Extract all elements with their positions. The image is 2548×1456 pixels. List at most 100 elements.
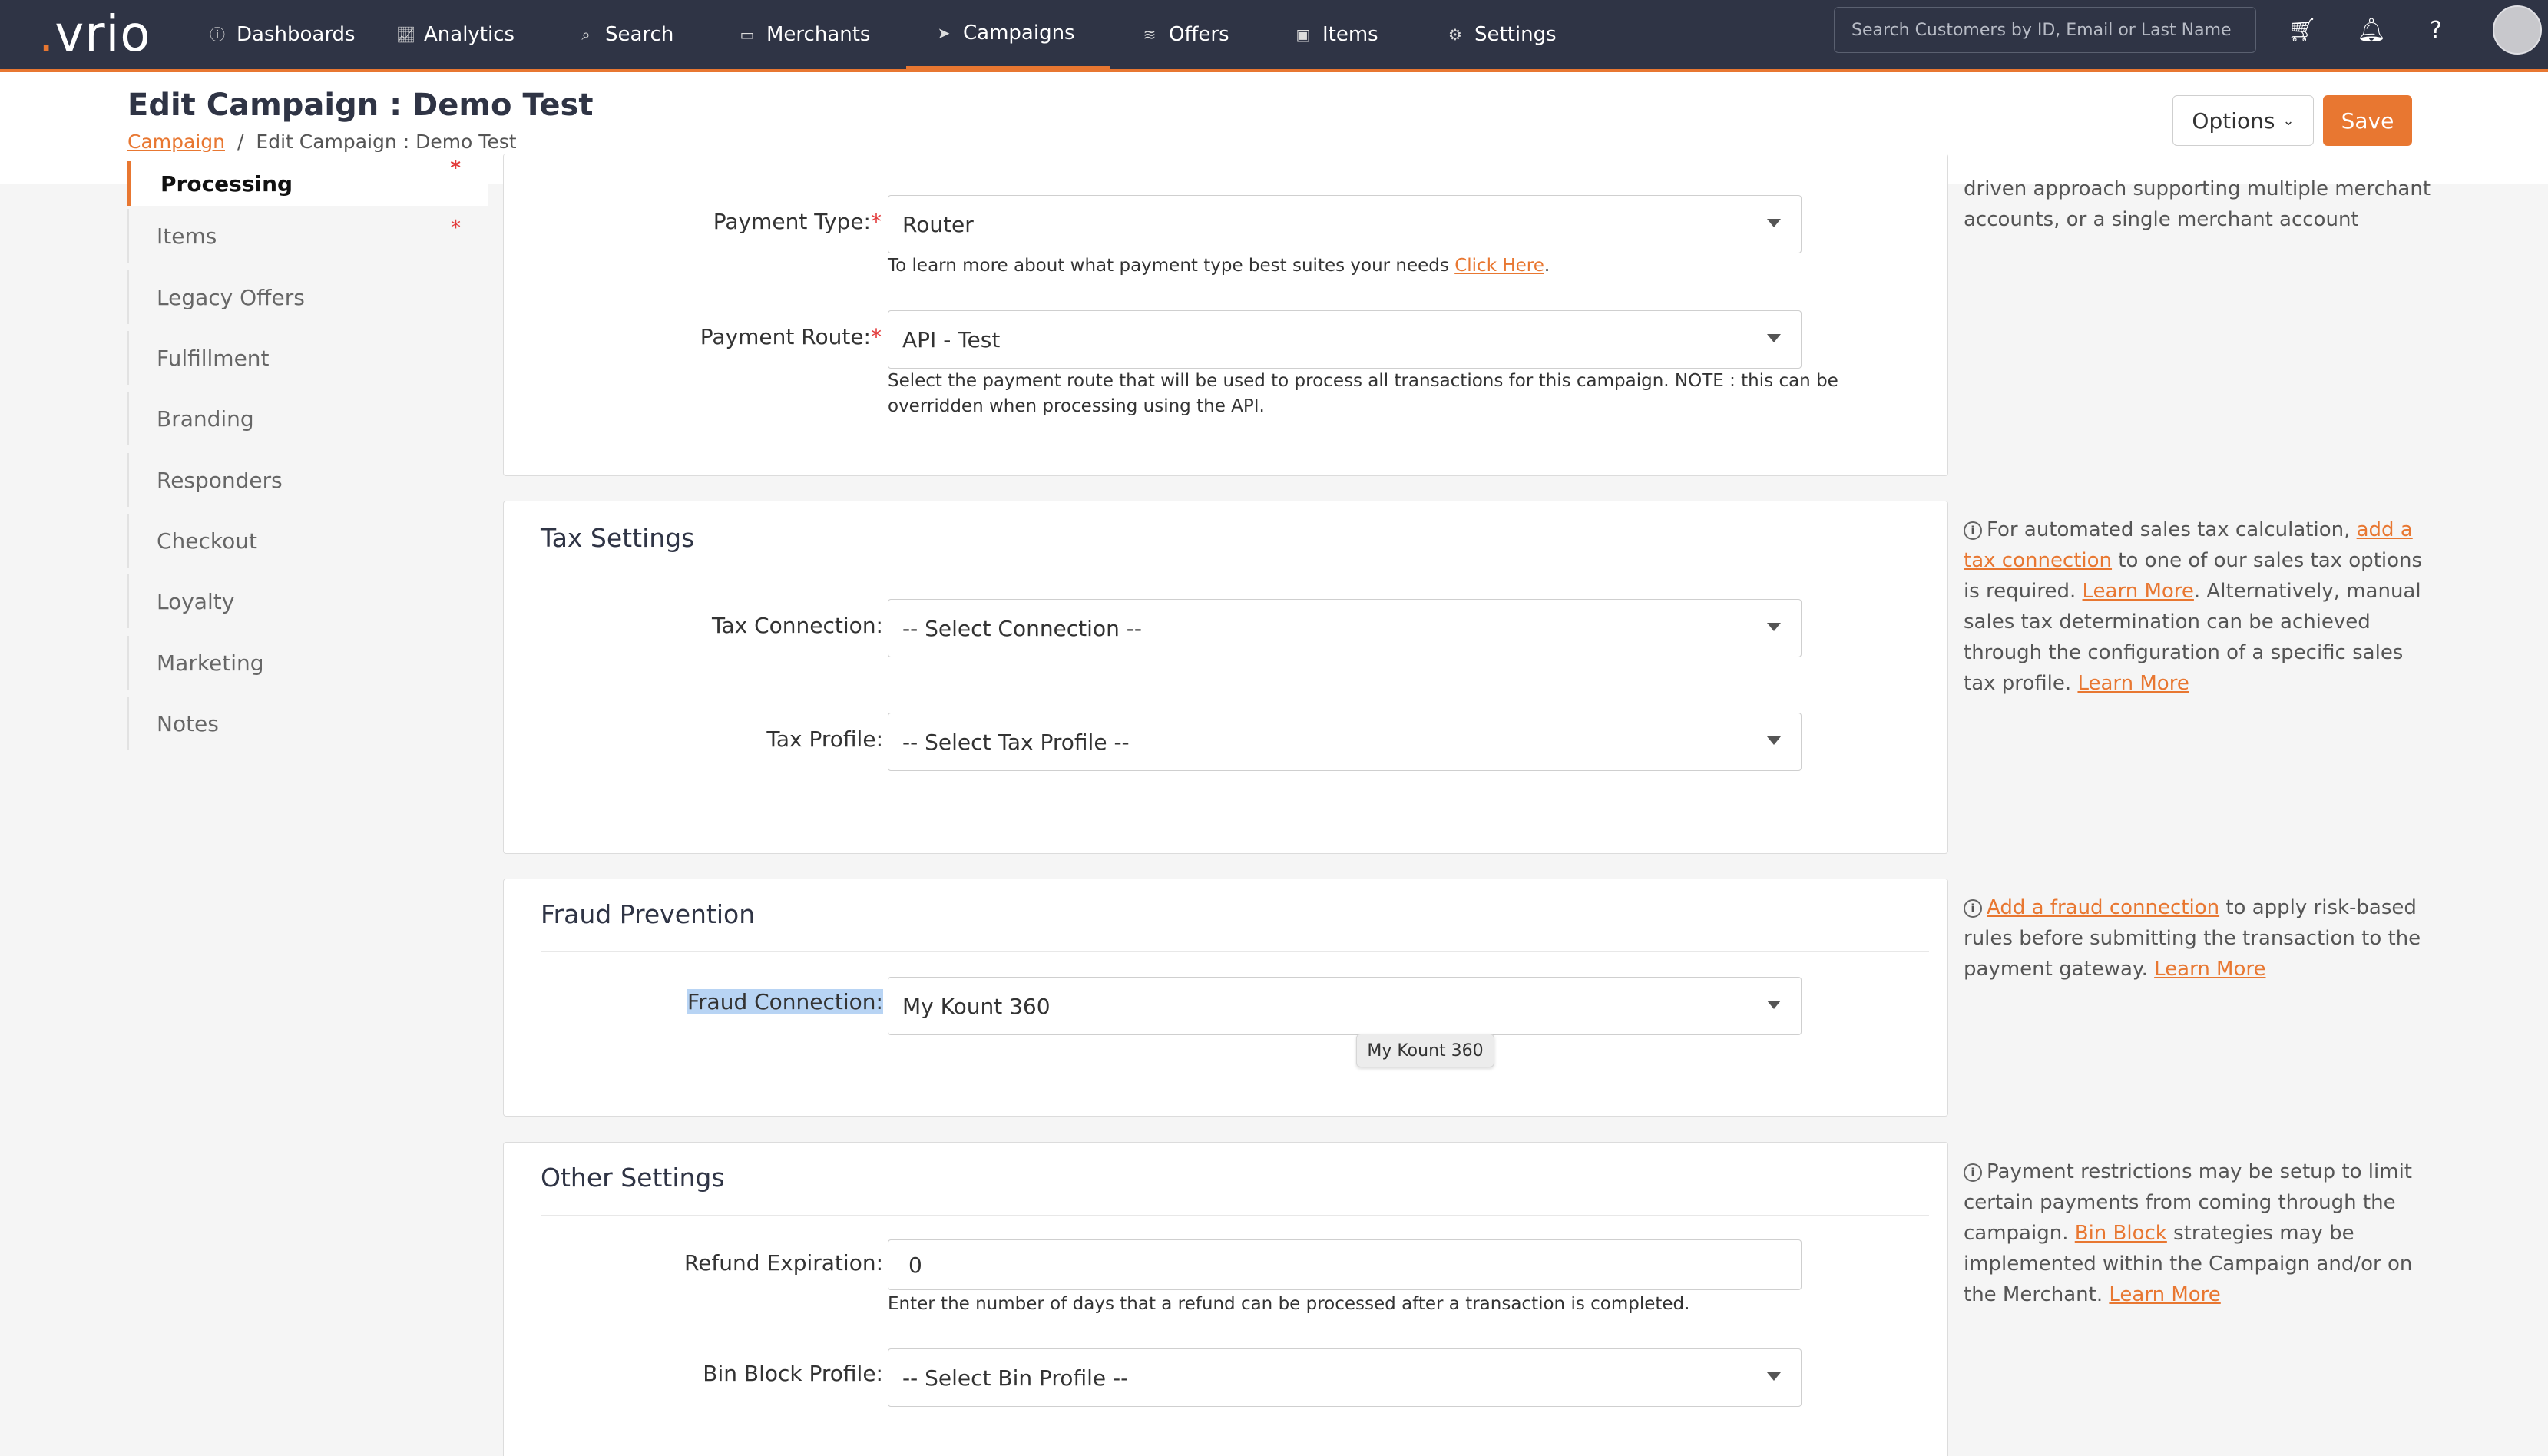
breadcrumb-campaign-link[interactable]: Campaign bbox=[127, 131, 225, 153]
tax-connection-select[interactable]: -- Select Connection -- bbox=[888, 599, 1802, 657]
options-button-label: Options bbox=[2192, 108, 2275, 134]
tax-profile-label: Tax Profile: bbox=[766, 726, 883, 752]
payment-type-label: Payment Type:* bbox=[713, 209, 882, 234]
sidebar-item-label: Fulfillment bbox=[157, 345, 270, 371]
tax-connection-value: -- Select Connection -- bbox=[902, 615, 1142, 641]
tax-settings-panel: Tax Settings bbox=[503, 501, 1948, 854]
sidebar-item-legacy-offers[interactable]: Legacy Offers bbox=[127, 270, 488, 324]
payment-route-label: Payment Route:* bbox=[700, 324, 882, 349]
bin-block-profile-label: Bin Block Profile: bbox=[703, 1361, 883, 1386]
sidebar-item-label: Items bbox=[157, 223, 217, 249]
sidebar-item-label: Marketing bbox=[157, 650, 264, 676]
campaign-sections-sidebar: Processing * Items * Legacy Offers Fulfill… bbox=[127, 157, 488, 768]
required-marker: * bbox=[451, 217, 461, 240]
nav-analytics-label: Analytics bbox=[424, 23, 515, 46]
fraud-info: i Add a fraud connection to apply risk-ba… bbox=[1964, 896, 2421, 981]
sidebar-item-label: Legacy Offers bbox=[157, 284, 305, 310]
refund-expiration-label: Refund Expiration: bbox=[684, 1250, 883, 1276]
save-button[interactable]: Save bbox=[2323, 95, 2412, 146]
page-title: Edit Campaign : Demo Test bbox=[127, 88, 594, 123]
sidebar-item-label: Processing bbox=[160, 170, 293, 197]
other-learn-more-link[interactable]: Learn More bbox=[2109, 1283, 2220, 1306]
box-icon: ▣ bbox=[1296, 25, 1311, 44]
nav-settings[interactable]: ⚙ Settings bbox=[1447, 0, 1557, 69]
bin-block-profile-select[interactable]: -- Select Bin Profile -- bbox=[888, 1348, 1802, 1407]
other-info: i Payment restrictions may be setup to li… bbox=[1964, 1160, 2413, 1306]
sidebar-item-fulfillment[interactable]: Fulfillment bbox=[127, 331, 488, 385]
caret-down-icon bbox=[1767, 736, 1781, 745]
nav-analytics[interactable]: 📈︎ Analytics bbox=[396, 0, 515, 69]
sidebar-item-label: Branding bbox=[157, 405, 254, 432]
customer-search-input[interactable] bbox=[1834, 7, 2256, 53]
cart-icon[interactable]: 🛒︎ bbox=[2287, 15, 2318, 46]
gears-icon: ⚙ bbox=[1448, 25, 1462, 44]
sidebar-item-processing[interactable]: Processing * bbox=[127, 157, 488, 206]
tax-settings-title: Tax Settings bbox=[541, 523, 695, 553]
bell-icon[interactable]: 🔔︎ bbox=[2356, 15, 2387, 46]
caret-down-icon bbox=[1767, 1001, 1781, 1009]
search-icon: ⌕ bbox=[581, 25, 591, 44]
info-circle-icon: ⓘ bbox=[210, 25, 225, 44]
payment-type-value: Router bbox=[902, 211, 974, 237]
refund-expiration-input[interactable] bbox=[888, 1239, 1802, 1290]
bin-block-link[interactable]: Bin Block bbox=[2075, 1222, 2167, 1245]
sidebar-item-notes[interactable]: Notes bbox=[127, 697, 488, 750]
vrio-logo[interactable]: .vrio bbox=[38, 6, 151, 63]
caret-down-icon bbox=[1767, 1372, 1781, 1381]
sidebar-item-items[interactable]: Items * bbox=[127, 209, 488, 263]
sidebar-item-label: Checkout bbox=[157, 528, 257, 554]
info-icon: i bbox=[1964, 521, 1982, 540]
sidebar-item-branding[interactable]: Branding bbox=[127, 392, 488, 445]
info-icon: i bbox=[1964, 1163, 1982, 1182]
caret-down-icon bbox=[1767, 219, 1781, 227]
tax-profile-select[interactable]: -- Select Tax Profile -- bbox=[888, 713, 1802, 771]
tax-connection-label: Tax Connection: bbox=[712, 613, 883, 638]
breadcrumb-current: Edit Campaign : Demo Test bbox=[256, 131, 517, 153]
nav-dashboards[interactable]: ⓘ Dashboards bbox=[209, 0, 356, 69]
nav-campaigns[interactable]: ➤ Campaigns bbox=[906, 0, 1110, 69]
payment-route-value: API - Test bbox=[902, 326, 1001, 352]
nav-offers[interactable]: ≋ Offers bbox=[1141, 0, 1229, 69]
fraud-learn-more-link[interactable]: Learn More bbox=[2154, 958, 2265, 981]
avatar[interactable] bbox=[2493, 5, 2542, 55]
nav-search[interactable]: ⌕ Search bbox=[577, 0, 673, 69]
tax-profile-learn-more-link[interactable]: Learn More bbox=[2077, 672, 2189, 695]
top-navigation-bar: .vrio ⓘ Dashboards 📈︎ Analytics ⌕ Search ▭ M… bbox=[0, 0, 2548, 72]
divider bbox=[541, 1215, 1929, 1216]
help-icon[interactable]: ? bbox=[2421, 15, 2451, 46]
add-fraud-connection-link[interactable]: Add a fraud connection bbox=[1987, 896, 2219, 919]
other-settings-title: Other Settings bbox=[541, 1163, 725, 1193]
nav-merchants[interactable]: ▭ Merchants bbox=[739, 0, 871, 69]
fraud-connection-select[interactable]: My Kount 360 bbox=[888, 977, 1802, 1035]
sidebar-item-label: Responders bbox=[157, 467, 283, 493]
sidebar-item-label: Notes bbox=[157, 710, 219, 736]
sidebar-item-responders[interactable]: Responders bbox=[127, 453, 488, 507]
nav-offers-label: Offers bbox=[1169, 23, 1229, 46]
payment-type-select[interactable]: Router bbox=[888, 195, 1802, 253]
nav-search-label: Search bbox=[605, 23, 674, 46]
sidebar-item-marketing[interactable]: Marketing bbox=[127, 636, 488, 690]
caret-down-icon bbox=[1767, 623, 1781, 631]
payment-type-help: To learn more about what payment type be… bbox=[888, 256, 1550, 276]
bin-block-profile-value: -- Select Bin Profile -- bbox=[902, 1365, 1129, 1391]
tax-learn-more-link[interactable]: Learn More bbox=[2083, 580, 2194, 603]
options-button[interactable]: Options ⌄ bbox=[2172, 95, 2314, 146]
sidebar-item-checkout[interactable]: Checkout bbox=[127, 514, 488, 568]
credit-card-icon: ▭ bbox=[740, 25, 755, 44]
tax-info: i For automated sales tax calculation, ad… bbox=[1964, 518, 2423, 695]
payment-route-select[interactable]: API - Test bbox=[888, 310, 1802, 369]
sidebar-item-label: Loyalty bbox=[157, 588, 235, 614]
fraud-connection-value: My Kount 360 bbox=[902, 993, 1051, 1019]
breadcrumb-separator: / bbox=[237, 131, 244, 153]
divider bbox=[541, 951, 1929, 952]
sidebar-item-loyalty[interactable]: Loyalty bbox=[127, 574, 488, 628]
paper-plane-icon: ➤ bbox=[937, 24, 951, 42]
click-here-link[interactable]: Click Here bbox=[1454, 256, 1544, 276]
caret-down-icon bbox=[1767, 334, 1781, 342]
tax-profile-value: -- Select Tax Profile -- bbox=[902, 729, 1130, 755]
chevron-down-icon: ⌄ bbox=[2282, 112, 2295, 129]
nav-items[interactable]: ▣ Items bbox=[1295, 0, 1378, 69]
fraud-connection-tooltip: My Kount 360 bbox=[1356, 1034, 1494, 1067]
nav-dashboards-label: Dashboards bbox=[237, 23, 356, 46]
info-icon: i bbox=[1964, 899, 1982, 918]
